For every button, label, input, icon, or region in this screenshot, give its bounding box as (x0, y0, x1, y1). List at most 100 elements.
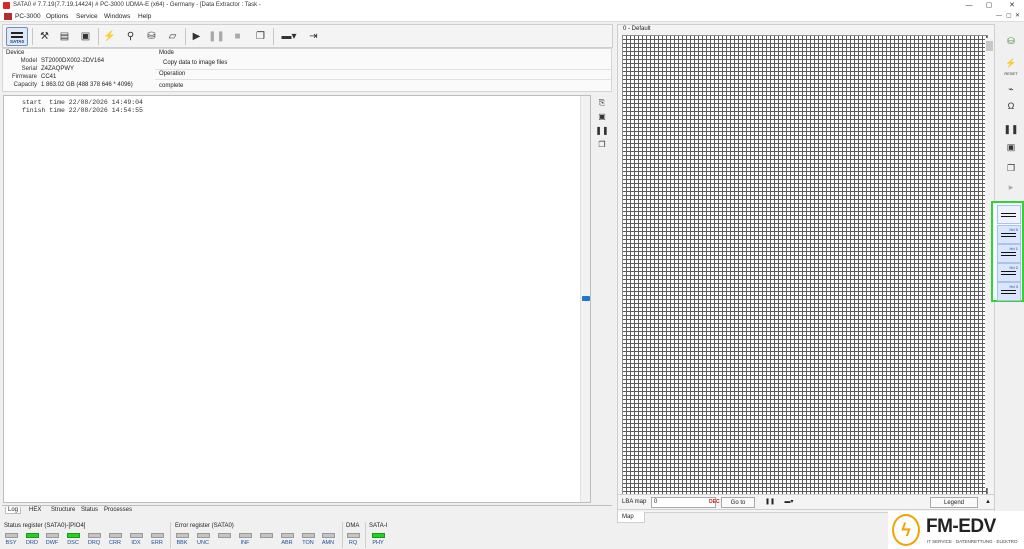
drive-lock-icon[interactable]: ▣ (1002, 140, 1020, 154)
flash-icon[interactable]: ⚡ (101, 28, 118, 45)
led-err (151, 533, 164, 538)
led-label: DSC (67, 540, 79, 546)
led-dwf (46, 533, 59, 538)
head-label: Hd 3 (1009, 284, 1018, 289)
led-drd (26, 533, 39, 538)
log-side-toolbar: ⎘ ▣ ❚❚ ❐ (594, 95, 612, 155)
pause-icon[interactable]: ❚❚ (595, 125, 608, 136)
title-bar: SATA0 # 7.7.19(7.7.19.14424) # PC-3000 U… (0, 0, 1024, 11)
passport-icon[interactable]: ▣ (77, 28, 94, 45)
position-marker[interactable] (582, 296, 590, 301)
mode-value: Copy data to image files (163, 60, 228, 66)
row-divider (155, 79, 611, 80)
sata-title: SATA-I (369, 523, 388, 529)
device-field-label: Capacity (13, 82, 37, 88)
folder-export-icon[interactable]: ▱ (164, 28, 181, 45)
row-divider (155, 69, 611, 70)
goto-button[interactable]: Go to (721, 497, 755, 508)
head-label: Hd 2 (1009, 265, 1018, 270)
minimize-button[interactable]: — (960, 0, 978, 11)
exit-icon[interactable]: ⇥ (305, 28, 322, 45)
copy-windows-icon[interactable]: ❐ (252, 28, 269, 45)
led-label: DWF (45, 540, 59, 546)
menu-pc3000[interactable]: PC-3000 (15, 13, 41, 20)
led-label: ABR (281, 540, 293, 546)
heads-selector: Hd 0 Hd 1 Hd 2 Hd 3 (991, 201, 1024, 302)
pause-icon[interactable]: ❚❚ (1002, 122, 1020, 136)
tab-map[interactable]: Map (617, 512, 645, 523)
drive-icon[interactable]: ⛁ (143, 28, 160, 45)
close-button[interactable]: ✕ (1003, 0, 1021, 11)
child-minimize-button[interactable]: — (996, 11, 1002, 22)
power-cable-icon[interactable]: ⌁ (1002, 82, 1020, 96)
window-copy-icon[interactable]: ❐ (596, 139, 608, 150)
log-line: finish time 22/08/2026 14:54:55 (22, 107, 143, 114)
log-output[interactable]: start time 22/08/2026 14:49:04 finish ti… (3, 95, 591, 503)
child-restore-button[interactable]: ▢ (1006, 11, 1012, 22)
head-2-button[interactable]: Hd 2 (997, 263, 1021, 282)
collapse-up-icon[interactable]: ▲ (983, 497, 993, 508)
menu-help[interactable]: Help (138, 13, 151, 20)
head-1-button[interactable]: Hd 1 (997, 244, 1021, 263)
head-icon (1001, 271, 1016, 275)
device-field-label: Firmware (12, 74, 37, 80)
head-icon (1001, 252, 1016, 256)
tab-processes[interactable]: Processes (102, 507, 134, 513)
stop-icon[interactable]: ■ (229, 28, 246, 45)
led-unused (260, 533, 273, 538)
led-label: BBK (176, 540, 188, 546)
led-amn (322, 533, 335, 538)
sector-map-panel: 0 - Default (617, 24, 995, 513)
child-close-button[interactable]: ✕ (1015, 11, 1020, 22)
menu-windows[interactable]: Windows (104, 13, 130, 20)
pause-icon[interactable]: ❚❚ (765, 497, 775, 508)
monitor-dropdown-icon[interactable]: ▬▾ (780, 497, 798, 508)
sata-port-button[interactable]: SATA0 (6, 27, 28, 46)
copy-icon[interactable]: ⎘ (596, 97, 608, 108)
menu-options[interactable]: Options (46, 13, 68, 20)
binoculars-icon[interactable]: ⚲ (122, 28, 139, 45)
play-disabled-icon[interactable]: ▸ (1002, 180, 1020, 194)
register-panel: Status register (SATA0)-[PIO4] BSY DRD D… (0, 520, 400, 549)
power-drive-icon[interactable]: ⛁ (1002, 34, 1020, 48)
lba-input[interactable]: 0 (651, 497, 716, 508)
reset-label: RESET (1004, 71, 1018, 76)
device-field-label: Model (20, 58, 37, 64)
tab-structure[interactable]: Structure (49, 507, 77, 513)
head-3-button[interactable]: Hd 3 (997, 282, 1021, 301)
main-toolbar: SATA0 ⚒ ▤ ▣ ⚡ ⚲ ⛁ ▱ ▶ ❚❚ ■ ❐ ▬▾ ⇥ (2, 24, 613, 48)
device-section-label: Device (6, 50, 25, 56)
tools-icon[interactable]: ⚒ (36, 28, 53, 45)
menu-service[interactable]: Service (76, 13, 98, 20)
legend-button[interactable]: Legend (930, 497, 978, 508)
maximize-button[interactable]: ▢ (980, 0, 998, 11)
operation-value: complete (159, 83, 184, 89)
led-phy (372, 533, 385, 538)
bottom-tabs: Log HEX Structure Status Processes (2, 505, 612, 516)
tab-hex[interactable]: HEX (27, 507, 43, 513)
reset-icon[interactable]: ⚡ (1002, 56, 1020, 70)
parameters-icon[interactable]: ▤ (56, 28, 73, 45)
head-icon (1001, 290, 1016, 294)
led-crr (109, 533, 122, 538)
copy-close-icon[interactable]: ❐ (1002, 161, 1020, 175)
tab-log[interactable]: Log (5, 507, 22, 514)
dec-toggle[interactable]: DEC (709, 499, 720, 505)
toolbar-separator (273, 28, 274, 45)
map-scroll-thumb[interactable] (986, 41, 993, 51)
monitor-dropdown-icon[interactable]: ▬▾ (277, 28, 301, 45)
pause-icon[interactable]: ❚❚ (208, 28, 225, 45)
all-heads-button[interactable] (997, 205, 1021, 224)
head-0-button[interactable]: Hd 0 (997, 225, 1021, 244)
voltage-icon[interactable]: Ω (1002, 99, 1020, 113)
save-icon[interactable]: ▣ (596, 111, 608, 122)
led-label: DRQ (87, 540, 101, 546)
led-label: RQ (348, 540, 358, 546)
log-line: start time 22/08/2026 14:49:04 (22, 99, 143, 106)
lba-toolbar: LBA map 0 DEC Go to ❚❚ ▬▾ Legend ▲ (617, 494, 995, 510)
dma-title: DMA (346, 523, 360, 529)
play-icon[interactable]: ▶ (188, 28, 205, 45)
tab-status[interactable]: Status (79, 507, 100, 513)
sector-map-grid[interactable] (622, 35, 988, 509)
led-label: UNC (197, 540, 209, 546)
